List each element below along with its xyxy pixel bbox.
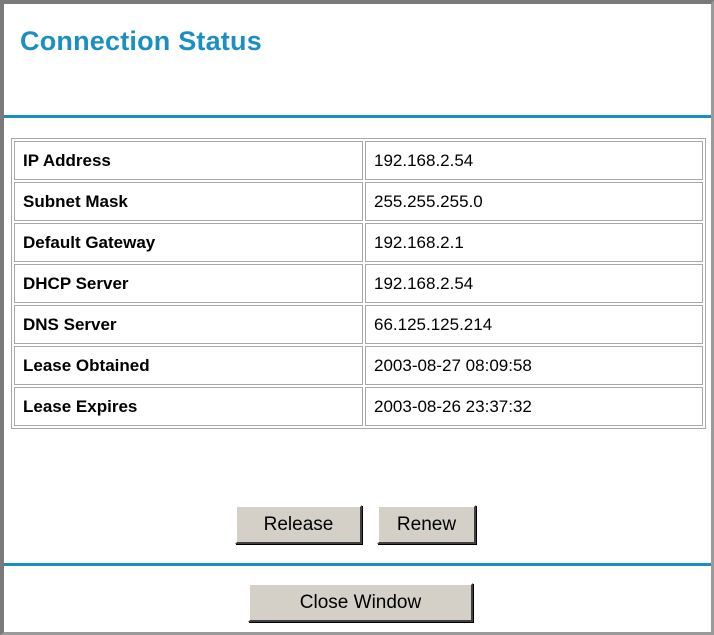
lease-expires-label: Lease Expires — [14, 387, 363, 426]
dhcp-server-label: DHCP Server — [14, 264, 363, 303]
dns-server-label: DNS Server — [14, 305, 363, 344]
default-gateway-label: Default Gateway — [14, 223, 363, 262]
ip-address-value: 192.168.2.54 — [365, 141, 703, 180]
lease-obtained-value: 2003-08-27 08:09:58 — [365, 346, 703, 385]
subnet-mask-label: Subnet Mask — [14, 182, 363, 221]
table-row-dhcp-server: DHCP Server 192.168.2.54 — [14, 264, 703, 303]
table-row-lease-obtained: Lease Obtained 2003-08-27 08:09:58 — [14, 346, 703, 385]
ip-address-label: IP Address — [14, 141, 363, 180]
renew-button[interactable]: Renew — [377, 505, 476, 544]
close-window-button[interactable]: Close Window — [248, 583, 473, 622]
page-title: Connection Status — [20, 26, 262, 56]
table-row-lease-expires: Lease Expires 2003-08-26 23:37:32 — [14, 387, 703, 426]
release-button[interactable]: Release — [235, 505, 362, 544]
table-row-default-gateway: Default Gateway 192.168.2.1 — [14, 223, 703, 262]
dhcp-server-value: 192.168.2.54 — [365, 264, 703, 303]
buttons-divider — [4, 563, 711, 566]
table-row-dns-server: DNS Server 66.125.125.214 — [14, 305, 703, 344]
title-divider — [4, 115, 711, 118]
table-row-subnet-mask: Subnet Mask 255.255.255.0 — [14, 182, 703, 221]
lease-expires-value: 2003-08-26 23:37:32 — [365, 387, 703, 426]
connection-status-table: IP Address 192.168.2.54 Subnet Mask 255.… — [11, 138, 706, 429]
dns-server-value: 66.125.125.214 — [365, 305, 703, 344]
table-row-ip-address: IP Address 192.168.2.54 — [14, 141, 703, 180]
lease-obtained-label: Lease Obtained — [14, 346, 363, 385]
default-gateway-value: 192.168.2.1 — [365, 223, 703, 262]
connection-status-window: Connection Status IP Address 192.168.2.5… — [0, 0, 714, 635]
subnet-mask-value: 255.255.255.0 — [365, 182, 703, 221]
